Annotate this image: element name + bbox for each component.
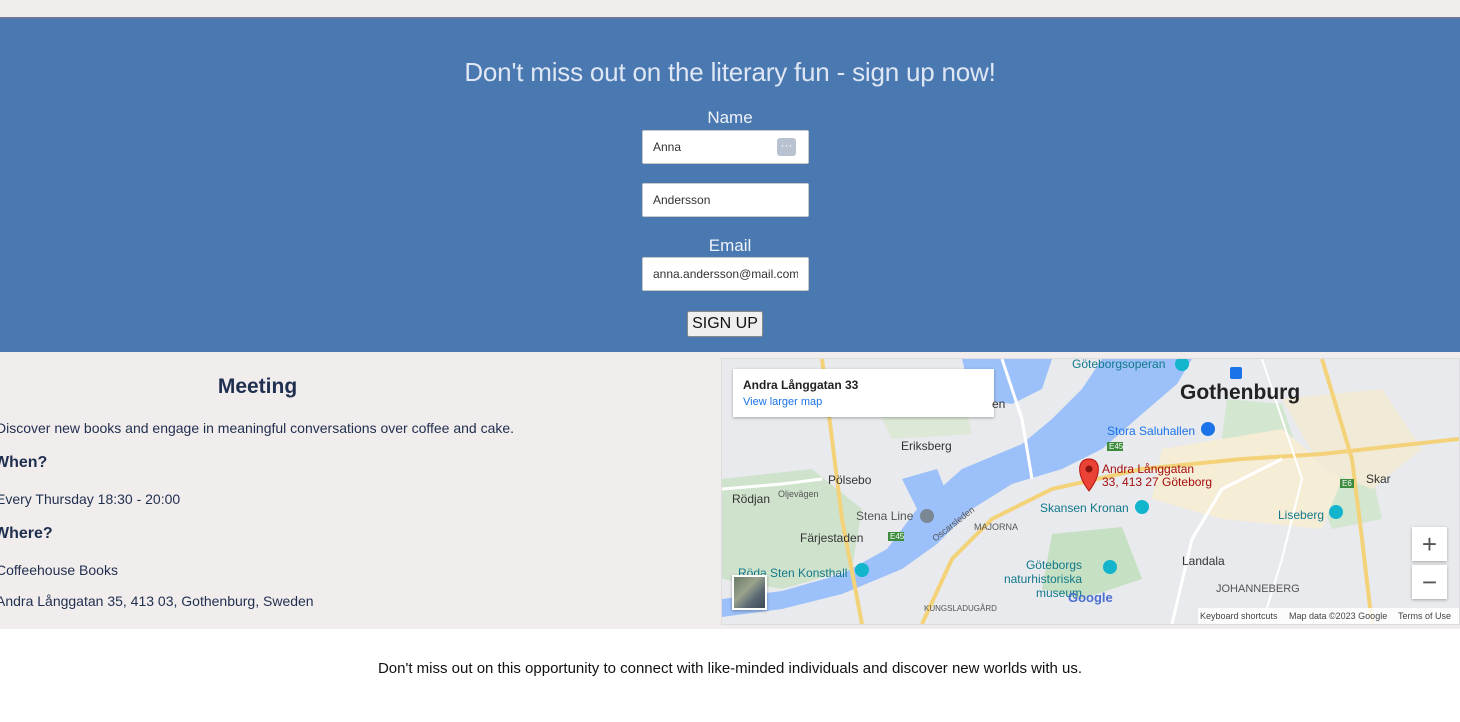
email-input[interactable] [642,257,809,291]
map-road-e45-south: E45 [890,532,905,541]
map-place-naturhistoriska: Göteborgs naturhistoriska museum [1003,558,1082,600]
map-place-polsebo: Pölsebo [828,473,872,487]
map-pin-label-2: 33, 413 27 Göteborg [1102,475,1213,489]
map-place-majorna: MAJORNA [974,522,1019,532]
where-heading: Where? [0,525,53,542]
google-logo: Google [1068,590,1113,605]
bottom-cta-text: Don't miss out on this opportunity to co… [377,660,1083,677]
map-place-en: en [992,397,1006,411]
meeting-title: Meeting [217,375,298,398]
map-footer: Keyboard shortcuts Map data ©2023 Google… [1198,608,1459,624]
map-place-rodjan: Rödjan [732,492,771,506]
email-label: Email [708,236,752,255]
map-place-skar: Skar [1366,472,1391,486]
map-data-attribution: Map data ©2023 Google [1289,611,1388,621]
sign-up-button[interactable]: SIGN UP [687,311,763,337]
map-place-stena-line: Stena Line [856,509,914,523]
top-bar [0,0,1460,19]
map-place-farjestaden: Färjestaden [800,531,864,545]
map-card-title: Andra Långgatan 33 [743,378,859,392]
when-text: Every Thursday 18:30 - 20:00 [0,491,181,507]
map-pin-label-1: Andra Långgatan [1102,462,1195,476]
map-city-label: Gothenburg [1180,381,1301,404]
map-road-e6: E6 [1342,479,1352,488]
keyboard-shortcuts-link[interactable]: Keyboard shortcuts [1200,611,1278,621]
map-place-johanneberg: JOHANNEBERG [1216,583,1300,595]
google-map[interactable]: Andra Långgatan 33 View larger map Gothe… [721,358,1460,625]
map-place-operan: Göteborgsoperan [1072,358,1166,371]
map-place-landala: Landala [1182,554,1225,568]
signup-section: Don't miss out on the literary fun - sig… [0,19,1460,352]
map-place-kungsladugard: KUNGSLADUGÅRD [924,604,997,613]
address-text: Andra Långgatan 35, 413 03, Gothenburg, … [0,593,314,609]
venue-text: Coffeehouse Books [0,562,118,578]
map-road-e45-north: E45 [1109,442,1124,451]
map-road-oljevagen: Oljevägen [778,489,819,499]
map-place-saluhallen: Stora Saluhallen [1107,424,1196,438]
map-place-skansen-kronan: Skansen Kronan [1040,501,1129,515]
map-info-card: Andra Långgatan 33 View larger map [733,369,994,417]
when-heading: When? [0,454,48,471]
signup-heading: Don't miss out on the literary fun - sig… [464,57,996,87]
terms-of-use-link[interactable]: Terms of Use [1398,611,1451,621]
zoom-out-button[interactable]: − [1412,565,1447,599]
name-label: Name [707,108,753,127]
map-place-liseberg: Liseberg [1278,508,1325,522]
satellite-toggle-thumbnail[interactable] [732,575,767,610]
view-larger-map-link[interactable]: View larger map [743,396,822,408]
zoom-in-button[interactable]: + [1412,527,1447,561]
map-place-eriksberg: Eriksberg [901,439,952,453]
meeting-intro: Discover new books and engage in meaning… [0,420,515,436]
autofill-icon[interactable]: ··· [777,138,796,156]
last-name-input[interactable] [642,183,809,217]
